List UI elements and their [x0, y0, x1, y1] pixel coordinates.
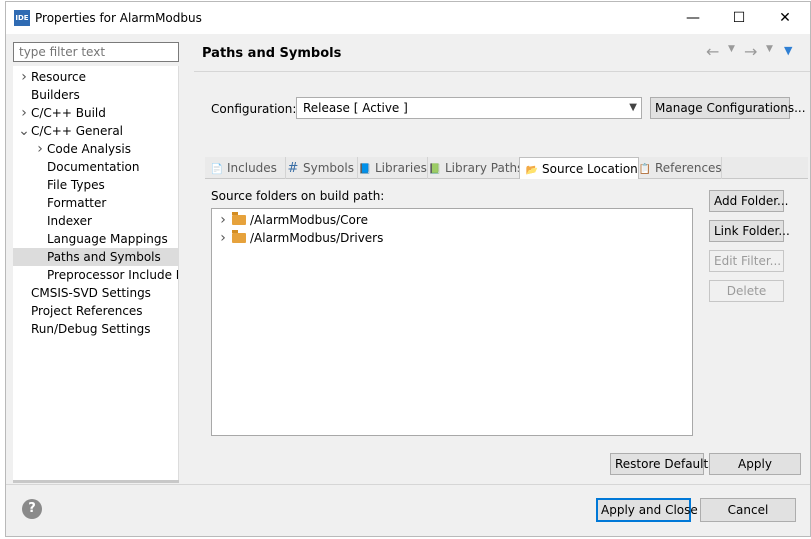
- tree-item-c-c-build[interactable]: › C/C++ Build: [13, 104, 178, 122]
- tree-item-label: Indexer: [47, 214, 92, 228]
- footer-divider: [6, 484, 810, 485]
- tab-includes[interactable]: 📄 Includes: [205, 157, 286, 179]
- edit-filter-button[interactable]: Edit Filter...: [709, 250, 784, 272]
- tree-item-label: C/C++ Build: [31, 106, 106, 120]
- tree-item-label: Language Mappings: [47, 232, 168, 246]
- tree-item-label: C/C++ General: [31, 124, 124, 138]
- view-menu-icon[interactable]: ▼: [784, 44, 792, 57]
- tree-item-label: Formatter: [47, 196, 107, 210]
- close-button[interactable]: ✕: [762, 2, 808, 34]
- tree-item-label: Run/Debug Settings: [31, 322, 151, 336]
- tab-label: Libraries: [375, 161, 427, 175]
- chevron-right-icon[interactable]: ›: [33, 140, 47, 158]
- properties-dialog: IDE Properties for AlarmModbus — ☐ ✕ ›Re…: [5, 1, 811, 537]
- tree-horizontal-scrollbar[interactable]: [13, 480, 179, 483]
- configuration-select[interactable]: Release [ Active ] ▼: [296, 97, 642, 119]
- tree-item-run-debug-settings[interactable]: Run/Debug Settings: [13, 320, 178, 338]
- folder-icon: [232, 212, 246, 225]
- tree-item-label: Paths and Symbols: [47, 250, 161, 264]
- tree-item-documentation[interactable]: Documentation: [13, 158, 178, 176]
- back-arrow-icon[interactable]: ←: [706, 42, 719, 61]
- source-folder-row[interactable]: › /AlarmModbus/Drivers: [216, 229, 383, 247]
- library-icon: 📘: [358, 164, 372, 175]
- help-icon[interactable]: ?: [22, 499, 42, 519]
- tree-item-cmsis-svd-settings[interactable]: CMSIS-SVD Settings: [13, 284, 178, 302]
- folder-icon: [232, 230, 246, 243]
- tab-source-location[interactable]: 📂 Source Location: [519, 157, 639, 181]
- chevron-right-icon[interactable]: ›: [216, 211, 230, 229]
- reference-icon: 📋: [638, 164, 652, 175]
- tab-label: Includes: [227, 161, 277, 175]
- configuration-label: Configuration:: [211, 102, 297, 116]
- property-page-tree: › Resource Builders › C/C++ Build ⌄C/C++ Gene…: [13, 66, 179, 482]
- tree-item-label: Preprocessor Include Pat: [47, 268, 178, 282]
- tree-item-project-references[interactable]: Project References: [13, 302, 178, 320]
- source-folders-label: Source folders on build path:: [211, 189, 385, 203]
- tree-item-paths-and-symbols[interactable]: Paths and Symbols: [13, 248, 178, 266]
- tree-item-label: File Types: [47, 178, 105, 192]
- tree-item-label: Code Analysis: [47, 142, 131, 156]
- back-menu-chevron-icon[interactable]: ▼: [728, 44, 735, 54]
- filter-input[interactable]: [13, 42, 179, 62]
- restore-defaults-button[interactable]: Restore Defaults: [610, 453, 714, 475]
- cancel-button[interactable]: Cancel: [700, 498, 796, 522]
- tab-references[interactable]: 📋 References: [633, 157, 722, 179]
- window-title: Properties for AlarmModbus: [35, 11, 202, 25]
- minimize-button[interactable]: —: [670, 2, 716, 34]
- forward-menu-chevron-icon[interactable]: ▼: [766, 44, 773, 54]
- library-path-icon: 📗: [428, 164, 442, 175]
- tree-item-c-c-general[interactable]: ⌄C/C++ General: [13, 122, 178, 140]
- tree-item-label: CMSIS-SVD Settings: [31, 286, 151, 300]
- tree-item-label: Documentation: [47, 160, 140, 174]
- tree-item-indexer[interactable]: Indexer: [13, 212, 178, 230]
- tab-label: Symbols: [303, 161, 354, 175]
- tab-libraries[interactable]: 📘 Libraries: [353, 157, 428, 179]
- ide-app-icon: IDE: [14, 10, 30, 26]
- chevron-right-icon[interactable]: ›: [17, 104, 31, 122]
- title-bar: IDE Properties for AlarmModbus — ☐ ✕: [6, 2, 810, 34]
- tab-library-paths[interactable]: 📗 Library Paths: [423, 157, 524, 179]
- tree-item-code-analysis[interactable]: › Code Analysis: [13, 140, 178, 158]
- apply-and-close-button[interactable]: Apply and Close: [596, 498, 698, 522]
- chevron-down-icon: ▼: [629, 102, 637, 113]
- tab-label: Library Paths: [445, 161, 524, 175]
- tree-item-builders[interactable]: Builders: [13, 86, 178, 104]
- tree-item-file-types[interactable]: File Types: [13, 176, 178, 194]
- tree-item-preprocessor-include-pat[interactable]: Preprocessor Include Pat: [13, 266, 178, 284]
- apply-button[interactable]: Apply: [709, 453, 801, 475]
- forward-arrow-icon[interactable]: →: [744, 42, 757, 61]
- tree-item-label: Project References: [31, 304, 143, 318]
- source-folder-list[interactable]: › /AlarmModbus/Core › /AlarmModbus/Drivers: [211, 208, 693, 436]
- delete-button[interactable]: Delete: [709, 280, 784, 302]
- chevron-down-icon[interactable]: ⌄: [17, 122, 31, 140]
- include-icon: 📄: [210, 164, 224, 175]
- tree-item-formatter[interactable]: Formatter: [13, 194, 178, 212]
- tab-bar: 📄 Includes # Symbols 📘 Libraries 📗 Library Path…: [205, 157, 808, 181]
- source-folder-row[interactable]: › /AlarmModbus/Core: [216, 211, 368, 229]
- chevron-right-icon[interactable]: ›: [17, 68, 31, 86]
- tree-item-label: Builders: [31, 88, 80, 102]
- source-folder-label: /AlarmModbus/Drivers: [250, 231, 384, 245]
- configuration-value: Release [ Active ]: [303, 101, 408, 115]
- manage-configurations-button[interactable]: Manage Configurations...: [650, 97, 806, 119]
- maximize-button[interactable]: ☐: [716, 2, 762, 34]
- tab-label: Source Location: [542, 162, 638, 176]
- hash-icon: #: [287, 161, 299, 176]
- link-folder-button[interactable]: Link Folder...: [709, 220, 790, 242]
- page-title: Paths and Symbols: [202, 46, 342, 61]
- source-folder-label: /AlarmModbus/Core: [250, 213, 368, 227]
- chevron-right-icon[interactable]: ›: [216, 229, 230, 247]
- add-folder-button[interactable]: Add Folder...: [709, 190, 788, 212]
- tree-item-resource[interactable]: › Resource: [13, 68, 178, 86]
- tab-symbols[interactable]: # Symbols: [281, 157, 358, 179]
- tree-item-label: Resource: [31, 70, 87, 84]
- tab-label: References: [655, 161, 722, 175]
- tree-item-language-mappings[interactable]: Language Mappings: [13, 230, 178, 248]
